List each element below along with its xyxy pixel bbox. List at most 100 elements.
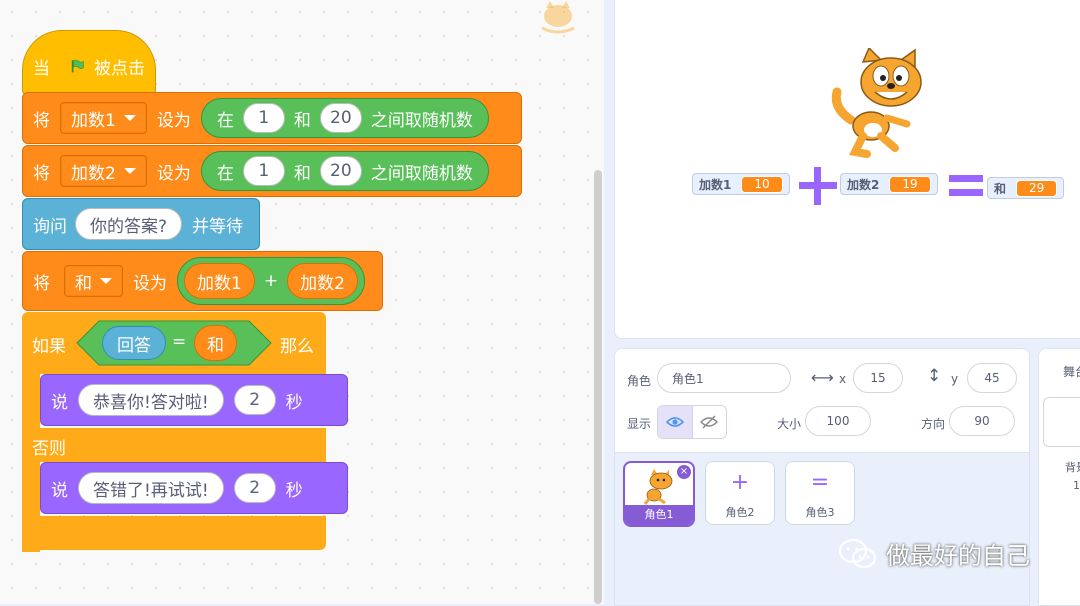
sprite-info-panel: 角色 角色1 ⟷ x 15 ↕ y 45 显示 大小 100 方向 90 xyxy=(614,348,1030,453)
sprite-list: × 角色1 + 角色2 = 角色3 xyxy=(614,452,1030,606)
then-label: 那么 xyxy=(280,337,314,357)
size-input[interactable]: 100 xyxy=(805,406,871,436)
variable-dropdown-1[interactable]: 加数1 xyxy=(60,102,147,134)
monitor-name: 加数1 xyxy=(699,177,732,192)
x-arrows-icon: ⟷ xyxy=(811,368,834,387)
add-operator[interactable]: 加数1 + 加数2 xyxy=(177,257,365,305)
say-for-secs-block-1[interactable]: 说 恭喜你!答对啦! 2 秒 xyxy=(40,374,348,426)
x-label: x xyxy=(839,372,847,386)
hat-when-label: 当 xyxy=(33,58,50,79)
monitor-name: 和 xyxy=(994,181,1007,196)
random-operator-2[interactable]: 在 1 和 20 之间取随机数 xyxy=(200,151,489,191)
sprite-name-input[interactable]: 角色1 xyxy=(657,363,791,393)
random-from-input[interactable]: 1 xyxy=(242,156,285,186)
equals-sprite[interactable] xyxy=(949,175,983,197)
watermark-text: 做最好的自己 xyxy=(886,542,1030,570)
say-seconds-input[interactable]: 2 xyxy=(233,473,276,503)
random-to-input[interactable]: 20 xyxy=(319,103,362,133)
y-input[interactable]: 45 xyxy=(967,363,1017,393)
hide-button[interactable] xyxy=(692,406,726,438)
green-flag-icon xyxy=(71,59,84,73)
code-area-scrollbar[interactable] xyxy=(594,170,602,604)
monitor-value: 29 xyxy=(1016,179,1058,197)
variable-dropdown-2[interactable]: 加数2 xyxy=(60,155,147,187)
equals-thumbnail-icon: = xyxy=(810,470,830,495)
show-label: 显示 xyxy=(627,417,652,431)
answer-reporter[interactable]: 回答 xyxy=(102,326,166,360)
variable-monitor-addend2[interactable]: 加数2 19 xyxy=(840,173,938,195)
direction-input[interactable]: 90 xyxy=(949,406,1015,436)
y-value: 45 xyxy=(984,371,1000,385)
sprite-tile-2[interactable]: + 角色2 xyxy=(705,461,775,525)
equals-label: = xyxy=(172,332,187,352)
variable-name: 加数2 xyxy=(71,163,116,184)
random-to-input[interactable]: 20 xyxy=(319,156,362,186)
set-variable-block-3[interactable]: 将 和 设为 加数1 + 加数2 xyxy=(22,251,383,311)
set-keyword: 将 xyxy=(33,273,50,294)
and-wait-label: 并等待 xyxy=(192,216,244,237)
set-variable-block-2[interactable]: 将 加数2 设为 在 1 和 20 之间取随机数 xyxy=(22,145,522,197)
set-keyword: 将 xyxy=(33,163,50,184)
set-to-label: 设为 xyxy=(156,163,191,184)
addend-2-reporter[interactable]: 加数2 xyxy=(287,263,358,299)
random-from-input[interactable]: 1 xyxy=(242,103,285,133)
random-pre-label: 在 xyxy=(216,163,234,184)
sprite-tile-3[interactable]: = 角色3 xyxy=(785,461,855,525)
question-input[interactable]: 你的答案? xyxy=(75,208,183,240)
random-and-label: 和 xyxy=(293,110,311,131)
variable-name: 和 xyxy=(75,273,92,294)
wechat-icon xyxy=(838,538,877,568)
delete-sprite-button[interactable]: × xyxy=(677,465,691,479)
eye-hidden-icon xyxy=(700,415,719,429)
say-message-input[interactable]: 恭喜你!答对啦! xyxy=(78,384,224,416)
dropdown-caret-icon xyxy=(123,168,136,174)
show-button[interactable] xyxy=(658,406,693,438)
backdrop-thumbnail[interactable] xyxy=(1043,397,1080,447)
monitor-value: 10 xyxy=(741,175,783,193)
plus-operator-label: + xyxy=(263,271,279,291)
sum-reporter[interactable]: 和 xyxy=(194,325,237,361)
code-area[interactable]: 当 被点击 将 加数1 设为 在 1 和 20 之间取随机数 将 加数2 设为 xyxy=(0,0,604,604)
sprite-tile-1[interactable]: × 角色1 xyxy=(623,461,695,527)
stage-panel-title: 舞台 xyxy=(1063,365,1080,379)
sprite-tile-label: 角色2 xyxy=(725,506,755,519)
say-for-secs-block-2[interactable]: 说 答错了!再试试! 2 秒 xyxy=(40,462,348,514)
set-variable-block-1[interactable]: 将 加数1 设为 在 1 和 20 之间取随机数 xyxy=(22,92,522,144)
dropdown-caret-icon xyxy=(100,278,112,284)
variable-monitor-sum[interactable]: 和 29 xyxy=(987,177,1065,199)
ask-keyword: 询问 xyxy=(33,216,67,237)
plus-bar-v xyxy=(814,167,821,205)
cat-thumbnail-icon xyxy=(643,469,673,505)
say-keyword: 说 xyxy=(51,392,68,413)
size-label: 大小 xyxy=(777,417,802,431)
seconds-label: 秒 xyxy=(285,392,303,413)
stage-target-panel[interactable]: 舞台 背景 1 xyxy=(1038,348,1080,606)
watermark: 做最好的自己 xyxy=(838,536,1030,571)
set-to-label: 设为 xyxy=(156,110,191,131)
sprite-tile-label: 角色3 xyxy=(805,506,835,519)
monitor-name: 加数2 xyxy=(847,177,880,192)
say-message-input[interactable]: 答错了!再试试! xyxy=(78,472,224,504)
variable-monitor-addend1[interactable]: 加数1 10 xyxy=(692,173,790,195)
set-to-label: 设为 xyxy=(133,273,167,294)
sprite-name-value: 角色1 xyxy=(672,371,704,386)
scratch-cat-sprite[interactable] xyxy=(829,48,939,158)
say-seconds-input[interactable]: 2 xyxy=(233,385,276,415)
equals-operator[interactable]: 回答 = 和 xyxy=(76,320,272,366)
if-else-block[interactable]: 如果 回答 = 和 那么 否则 说 恭喜你!答对啦! 2 秒 说 答错了!再试试… xyxy=(22,312,348,552)
dropdown-caret-icon xyxy=(123,115,136,121)
ask-and-wait-block[interactable]: 询问 你的答案? 并等待 xyxy=(22,198,260,250)
if-else-frame xyxy=(22,428,326,462)
when-flag-clicked-block[interactable]: 当 被点击 xyxy=(22,30,156,96)
plus-sprite[interactable] xyxy=(799,167,837,205)
sprite-tile-label: 角色1 xyxy=(625,505,693,525)
else-label: 否则 xyxy=(32,439,66,459)
addend-1-reporter[interactable]: 加数1 xyxy=(184,263,255,299)
stage-canvas[interactable]: 加数1 10 加数2 19 和 29 xyxy=(614,0,1080,339)
direction-label: 方向 xyxy=(921,417,946,431)
variable-dropdown-3[interactable]: 和 xyxy=(64,265,123,297)
random-operator-1[interactable]: 在 1 和 20 之间取随机数 xyxy=(200,98,489,138)
y-arrows-icon: ↕ xyxy=(927,366,942,386)
equals-bar-top xyxy=(949,175,983,182)
x-input[interactable]: 15 xyxy=(853,363,903,393)
